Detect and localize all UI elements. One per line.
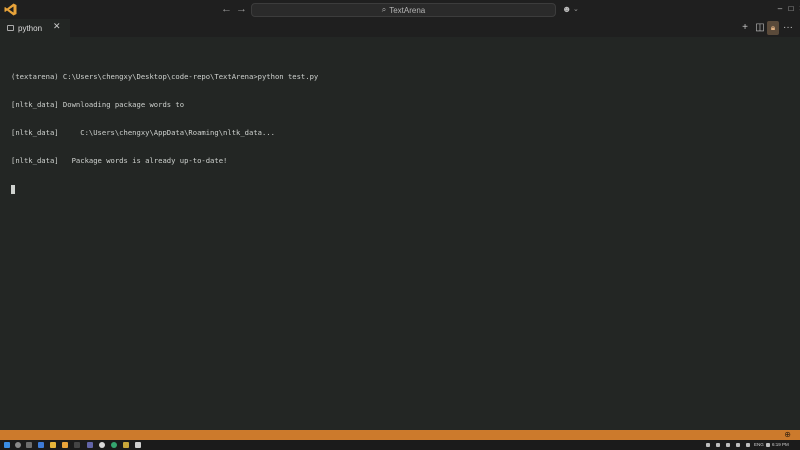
tray-app-icon[interactable] — [716, 443, 720, 447]
copilot-icon[interactable]: ☻ — [562, 4, 571, 14]
edge-icon[interactable] — [111, 442, 117, 448]
task-view-icon[interactable] — [26, 442, 32, 448]
file-explorer-icon[interactable] — [50, 442, 56, 448]
vscode-logo-icon[interactable] — [4, 3, 17, 16]
terminal-line: [nltk_data] Package words is already up-… — [11, 156, 228, 166]
terminal-cursor-line — [11, 184, 800, 194]
search-icon: ⌕ — [381, 5, 387, 14]
title-bar: ← → ⌕ TextArena ☻ ⌄ – □ ✕ — [0, 0, 800, 19]
os-taskbar: ENG 6:19 PM — [0, 440, 800, 450]
language-indicator[interactable]: ENG — [754, 441, 764, 449]
search-icon[interactable] — [15, 442, 21, 448]
chevron-up-icon[interactable] — [706, 443, 710, 447]
terminal-line: [nltk_data] C:\Users\chengxy\AppData\Roa… — [11, 128, 275, 138]
tray-app-icon[interactable] — [736, 443, 740, 447]
terminal-taskbar-icon[interactable] — [74, 442, 80, 448]
tab-python[interactable]: python ✕ — [0, 19, 70, 37]
new-terminal-plus-icon[interactable]: + — [739, 21, 751, 35]
chrome-icon[interactable] — [99, 442, 105, 448]
tray-app-icon[interactable] — [746, 443, 750, 447]
command-center-search[interactable]: ⌕ TextArena — [251, 3, 556, 17]
forward-arrow-icon[interactable]: → — [236, 3, 247, 16]
vscode-taskbar-icon[interactable] — [62, 442, 68, 448]
clock[interactable]: 6:19 PM — [772, 441, 789, 449]
chevron-down-icon[interactable]: ⌄ — [573, 5, 579, 13]
tab-label: python — [18, 23, 43, 33]
start-icon[interactable] — [4, 442, 10, 448]
command-center-label: TextArena — [389, 5, 426, 15]
app-icon[interactable] — [123, 442, 129, 448]
zoom-icon[interactable]: ⊕ — [784, 431, 791, 439]
terminal-line: [nltk_data] Downloading package words to — [11, 100, 185, 110]
terminal-cursor — [11, 184, 15, 194]
close-window-button[interactable]: ✕ — [796, 2, 800, 16]
wifi-icon[interactable] — [766, 443, 770, 447]
app-icon[interactable] — [135, 442, 141, 448]
lock-icon[interactable]: 🔒︎ — [767, 21, 779, 35]
tab-bar: python ✕ + ◫ 🔒︎ ··· — [0, 19, 800, 37]
back-arrow-icon[interactable]: ← — [221, 3, 232, 16]
tab-close-icon[interactable]: ✕ — [53, 21, 61, 32]
widgets-icon[interactable] — [38, 442, 44, 448]
terminal-line: (textarena) C:\Users\chengxy\Desktop\cod… — [11, 71, 319, 81]
split-editor-icon[interactable]: ◫ — [754, 21, 766, 35]
more-actions-icon[interactable]: ··· — [782, 21, 794, 35]
terminal-icon — [7, 25, 14, 31]
tray-app-icon[interactable] — [726, 443, 730, 447]
teams-icon[interactable] — [87, 442, 93, 448]
status-bar: ⊕ — [0, 430, 800, 440]
terminal-output[interactable]: (textarena) C:\Users\chengxy\Desktop\cod… — [11, 53, 800, 203]
